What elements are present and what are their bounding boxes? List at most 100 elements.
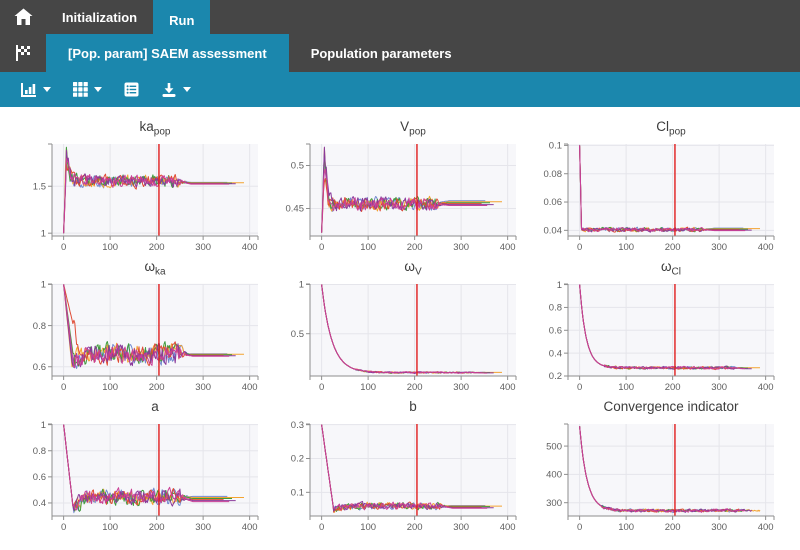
home-icon [14, 8, 33, 26]
svg-text:100: 100 [618, 242, 634, 253]
svg-text:300: 300 [453, 242, 469, 253]
svg-text:0.04: 0.04 [544, 226, 563, 237]
grid-icon [73, 82, 88, 97]
plot-canvas-cl-pop: 01002003004000.040.060.080.1 [528, 138, 778, 258]
svg-text:0.4: 0.4 [549, 348, 562, 359]
chart-icon [20, 82, 37, 98]
svg-text:1: 1 [299, 280, 304, 291]
svg-text:300: 300 [546, 498, 562, 509]
svg-text:0.5: 0.5 [291, 161, 304, 172]
svg-text:100: 100 [360, 382, 376, 393]
svg-text:1.5: 1.5 [33, 181, 46, 192]
plot-title-ka-pop: kapop [12, 118, 262, 138]
svg-text:0: 0 [319, 242, 324, 253]
home-button[interactable] [0, 0, 46, 34]
svg-text:0: 0 [319, 382, 324, 393]
plot-title-omega-cl: ωCl [528, 258, 778, 278]
svg-text:0.45: 0.45 [286, 204, 305, 215]
plot-cell-cl-pop: Clpop01002003004000.040.060.080.1 [528, 118, 778, 258]
svg-text:300: 300 [195, 242, 211, 253]
svg-text:200: 200 [149, 242, 165, 253]
results-flag-button[interactable] [0, 34, 46, 72]
svg-text:400: 400 [758, 242, 774, 253]
svg-text:0: 0 [577, 382, 582, 393]
svg-text:0.2: 0.2 [549, 371, 562, 382]
plot-canvas-v-pop: 01002003004000.450.5 [270, 138, 520, 258]
svg-text:0.8: 0.8 [549, 303, 562, 314]
svg-text:100: 100 [618, 522, 634, 533]
plot-cell-ka-pop: kapop 0 100 200 300 400 1 1.5 [12, 118, 262, 258]
plot-cell-omega-v: ωV01002003004000.51 [270, 258, 520, 398]
plot-cell-convergence-indicator: Convergence indicator0100200300400300400… [528, 398, 778, 538]
layout-grid-button[interactable] [73, 82, 102, 97]
svg-text:100: 100 [102, 242, 118, 253]
svg-text:400: 400 [242, 522, 258, 533]
chevron-down-icon [94, 87, 102, 92]
plot-title-b: b [270, 398, 520, 418]
svg-text:0: 0 [319, 522, 324, 533]
svg-text:0.8: 0.8 [33, 321, 46, 332]
chevron-down-icon [183, 87, 191, 92]
svg-text:100: 100 [102, 522, 118, 533]
download-icon [161, 82, 177, 98]
plot-title-convergence-indicator: Convergence indicator [528, 398, 778, 418]
svg-text:0.4: 0.4 [33, 498, 46, 509]
tab-population-parameters[interactable]: Population parameters [289, 34, 474, 72]
svg-text:400: 400 [242, 242, 258, 253]
plot-title-cl-pop: Clpop [528, 118, 778, 138]
svg-text:300: 300 [453, 382, 469, 393]
svg-text:300: 300 [195, 382, 211, 393]
svg-text:0.6: 0.6 [549, 325, 562, 336]
svg-text:0.1: 0.1 [549, 141, 562, 152]
chart-type-button[interactable] [20, 82, 51, 98]
svg-text:400: 400 [500, 522, 516, 533]
svg-text:400: 400 [758, 522, 774, 533]
svg-text:300: 300 [711, 522, 727, 533]
content-area: kapop010020030040011.5Vpop01002003004000… [0, 107, 800, 538]
svg-text:200: 200 [149, 522, 165, 533]
svg-text:200: 200 [407, 522, 423, 533]
svg-text:300: 300 [711, 382, 727, 393]
tab-run[interactable]: Run [153, 0, 210, 40]
export-button[interactable] [161, 82, 191, 98]
svg-text:300: 300 [711, 242, 727, 253]
plot-cell-omega-ka: ωka01002003004000.60.81 [12, 258, 262, 398]
tab-initialization[interactable]: Initialization [46, 0, 153, 34]
svg-text:400: 400 [546, 470, 562, 481]
plot-canvas-convergence-indicator: 0100200300400300400500 [528, 418, 778, 538]
plot-canvas-ka-pop: 0 100 200 300 400 1 1.5 [12, 138, 262, 258]
svg-text:0.6: 0.6 [33, 472, 46, 483]
svg-text:0: 0 [61, 242, 66, 253]
svg-text:0.06: 0.06 [544, 197, 563, 208]
plot-cell-v-pop: Vpop01002003004000.450.5 [270, 118, 520, 258]
svg-text:0.8: 0.8 [33, 446, 46, 457]
top-navigation-bar: Initialization Run [0, 0, 800, 34]
svg-text:0: 0 [61, 522, 66, 533]
svg-text:1: 1 [41, 228, 46, 239]
svg-text:0: 0 [61, 382, 66, 393]
plot-canvas-omega-v: 01002003004000.51 [270, 278, 520, 398]
svg-text:0.6: 0.6 [33, 362, 46, 373]
plot-title-v-pop: Vpop [270, 118, 520, 138]
plot-title-omega-v: ωV [270, 258, 520, 278]
plot-canvas-omega-ka: 01002003004000.60.81 [12, 278, 262, 398]
svg-text:0.08: 0.08 [544, 169, 563, 180]
svg-text:200: 200 [665, 242, 681, 253]
plot-cell-a: a01002003004000.40.60.81 [12, 398, 262, 538]
chevron-down-icon [43, 87, 51, 92]
settings-list-button[interactable] [124, 82, 139, 97]
plot-canvas-a: 01002003004000.40.60.81 [12, 418, 262, 538]
checkered-flag-icon [14, 44, 32, 62]
svg-text:100: 100 [618, 382, 634, 393]
plot-title-omega-ka: ωka [12, 258, 262, 278]
svg-text:500: 500 [546, 441, 562, 452]
svg-text:400: 400 [500, 382, 516, 393]
svg-text:1: 1 [41, 280, 46, 291]
plot-toolbar [0, 72, 800, 107]
list-icon [124, 82, 139, 97]
svg-text:100: 100 [102, 382, 118, 393]
svg-text:100: 100 [360, 242, 376, 253]
svg-text:200: 200 [407, 382, 423, 393]
plot-canvas-b: 01002003004000.10.20.3 [270, 418, 520, 538]
svg-text:400: 400 [242, 382, 258, 393]
